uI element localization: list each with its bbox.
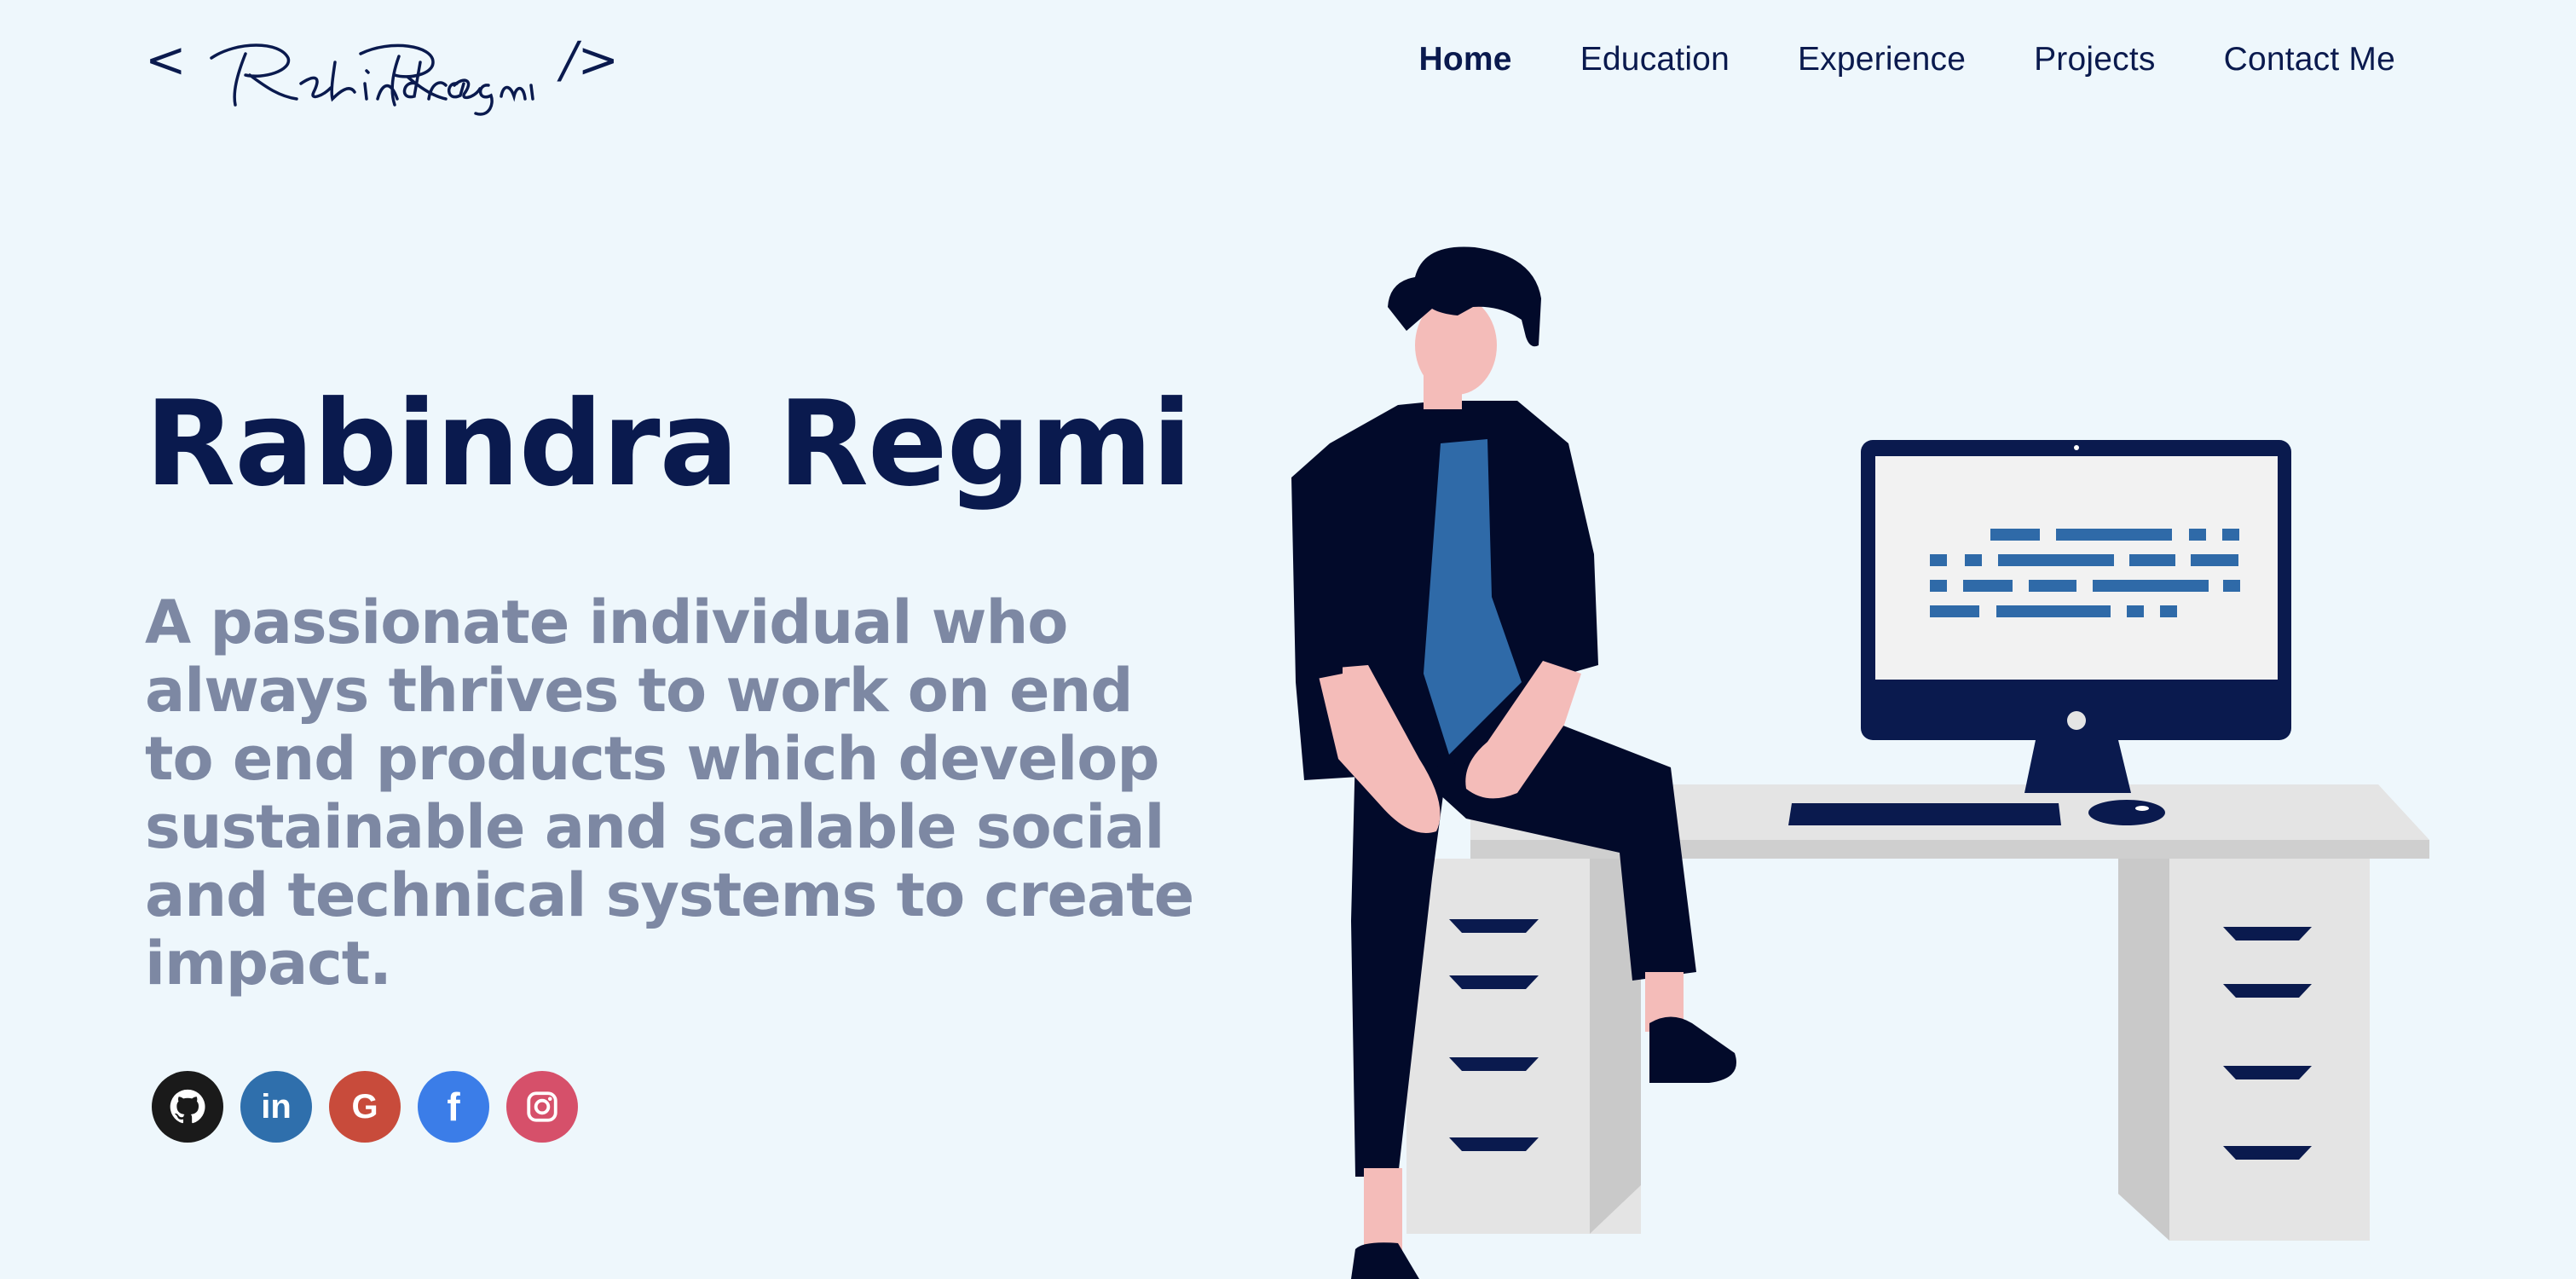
monitor-stand bbox=[2024, 740, 2131, 793]
google-icon: G bbox=[351, 1087, 378, 1126]
logo-close-bracket: /> bbox=[561, 31, 620, 89]
instagram-icon bbox=[527, 1091, 557, 1122]
person-shoe-front bbox=[1649, 1016, 1736, 1083]
hero-bio: A passionate individual who always thriv… bbox=[145, 587, 1194, 998]
nav-contact-me[interactable]: Contact Me bbox=[2224, 41, 2395, 78]
developer-illustration bbox=[1291, 246, 2429, 1279]
linkedin-icon: in bbox=[261, 1087, 292, 1126]
nav-projects[interactable]: Projects bbox=[2034, 41, 2155, 78]
github-icon bbox=[170, 1089, 205, 1124]
linkedin-link[interactable]: in bbox=[240, 1071, 312, 1143]
google-link[interactable]: G bbox=[329, 1071, 401, 1143]
logo-open-bracket: < bbox=[145, 31, 187, 89]
facebook-icon: f bbox=[447, 1085, 460, 1129]
right-cabinet-side bbox=[2118, 859, 2169, 1241]
social-links: in G f bbox=[152, 1071, 578, 1143]
site-logo[interactable]: < /> bbox=[145, 24, 619, 118]
main-nav: Home Education Experience Projects Conta… bbox=[1419, 41, 2395, 78]
nav-home[interactable]: Home bbox=[1419, 41, 1512, 78]
monitor-button bbox=[2067, 711, 2086, 730]
nav-experience[interactable]: Experience bbox=[1798, 41, 1966, 78]
mouse bbox=[2088, 800, 2165, 825]
person-shoe-back bbox=[1351, 1242, 1419, 1279]
github-link[interactable] bbox=[152, 1071, 223, 1143]
right-cabinet bbox=[2169, 859, 2370, 1241]
keyboard bbox=[1788, 803, 2061, 825]
signature-logo bbox=[210, 43, 534, 116]
facebook-link[interactable]: f bbox=[418, 1071, 489, 1143]
hero-name: Rabindra Regmi bbox=[145, 375, 1192, 512]
nav-education[interactable]: Education bbox=[1580, 41, 1730, 78]
monitor-screen bbox=[1875, 456, 2278, 680]
instagram-link[interactable] bbox=[506, 1071, 578, 1143]
